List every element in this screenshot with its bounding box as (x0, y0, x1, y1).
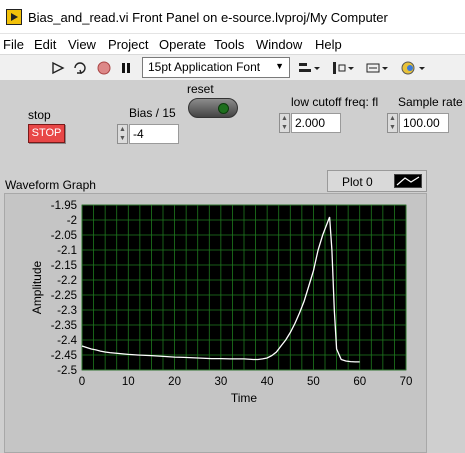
x-tick-label: 20 (168, 376, 181, 388)
x-tick-label: 30 (214, 376, 227, 388)
sample-rate-input[interactable]: 100.00 (399, 113, 449, 133)
y-tick-label: -2.2 (57, 275, 77, 287)
stop-button[interactable]: STOP (28, 124, 65, 143)
y-tick-label: -2.25 (51, 290, 77, 302)
toolbar: 15pt Application Font ▼ (0, 54, 465, 80)
y-tick-label: -2.3 (57, 305, 77, 317)
x-tick-label: 10 (122, 376, 135, 388)
menu-tools[interactable]: Tools (214, 37, 244, 52)
y-axis-label: Amplitude (30, 261, 44, 315)
reorder-icon[interactable] (400, 58, 428, 78)
menu-project[interactable]: Project (108, 37, 148, 52)
pause-icon[interactable] (116, 58, 136, 78)
waveform-graph: -1.95 -2 -2.05 -2.1 -2.15 -2.2 -2.25 -2.3 -2.35 -… (4, 193, 427, 453)
waveform-chart-svg: -1.95 -2 -2.05 -2.1 -2.15 -2.2 -2.25 -2.3 -2.35 -… (30, 200, 413, 405)
bias-input[interactable]: -4 (129, 124, 179, 144)
distribute-objects-icon[interactable] (331, 58, 357, 78)
font-select[interactable]: 15pt Application Font ▼ (142, 57, 290, 78)
abort-icon[interactable] (94, 58, 114, 78)
menu-file[interactable]: File (3, 37, 24, 52)
reset-button[interactable] (188, 98, 238, 118)
y-tick-label: -2 (67, 215, 77, 227)
chevron-down-icon: ▼ (275, 61, 284, 71)
bias-label: Bias / 15 (129, 106, 176, 120)
x-axis-label: Time (231, 391, 258, 405)
menu-view[interactable]: View (68, 37, 96, 52)
y-tick-label: -2.15 (51, 260, 77, 272)
y-tick-label: -2.45 (51, 350, 77, 362)
window-title: Bias_and_read.vi Front Panel on e-source… (28, 10, 388, 25)
bias-spinner-icon[interactable]: ▲ ▼ (117, 124, 128, 144)
cutoff-spinner-icon[interactable]: ▲ ▼ (279, 113, 290, 133)
stop-label: stop (28, 108, 51, 122)
run-continuously-icon[interactable] (70, 58, 90, 78)
menu-window[interactable]: Window (256, 37, 302, 52)
y-tick-label: -2.1 (57, 245, 77, 257)
y-tick-label: -2.05 (51, 230, 77, 242)
y-tick-label: -1.95 (51, 200, 77, 212)
x-tick-label: 0 (79, 376, 85, 388)
menu-edit[interactable]: Edit (34, 37, 56, 52)
x-tick-label: 70 (400, 376, 413, 388)
front-panel: stop STOP Bias / 15 ▲ ▼ -4 reset low cuto… (0, 80, 465, 453)
align-objects-icon[interactable] (297, 58, 323, 78)
reset-label: reset (187, 82, 214, 96)
reset-led-icon (218, 103, 229, 114)
x-tick-label: 40 (261, 376, 274, 388)
menu-help[interactable]: Help (315, 37, 342, 52)
sample-rate-label: Sample rate (398, 95, 463, 109)
labview-vi-icon (6, 9, 22, 25)
title-bar: Bias_and_read.vi Front Panel on e-source… (0, 0, 465, 34)
sample-rate-spinner-icon[interactable]: ▲ ▼ (387, 113, 398, 133)
resize-objects-icon[interactable] (365, 58, 391, 78)
cutoff-input[interactable]: 2.000 (291, 113, 341, 133)
graph-title: Waveform Graph (5, 178, 96, 192)
x-tick-label: 60 (353, 376, 366, 388)
plot-line-swatch-icon (394, 174, 422, 188)
menu-bar: File Edit View Project Operate Tools Win… (0, 34, 465, 54)
plot-legend-name: Plot 0 (342, 175, 373, 189)
menu-operate[interactable]: Operate (159, 37, 206, 52)
cutoff-label: low cutoff freq: fl (291, 95, 379, 109)
y-tick-label: -2.35 (51, 320, 77, 332)
y-tick-label: -2.5 (57, 365, 77, 377)
plot-legend[interactable]: Plot 0 (327, 170, 427, 192)
font-select-value: 15pt Application Font (148, 60, 261, 74)
x-tick-label: 50 (307, 376, 320, 388)
y-tick-label: -2.4 (57, 335, 77, 347)
run-arrow-icon[interactable] (48, 58, 68, 78)
